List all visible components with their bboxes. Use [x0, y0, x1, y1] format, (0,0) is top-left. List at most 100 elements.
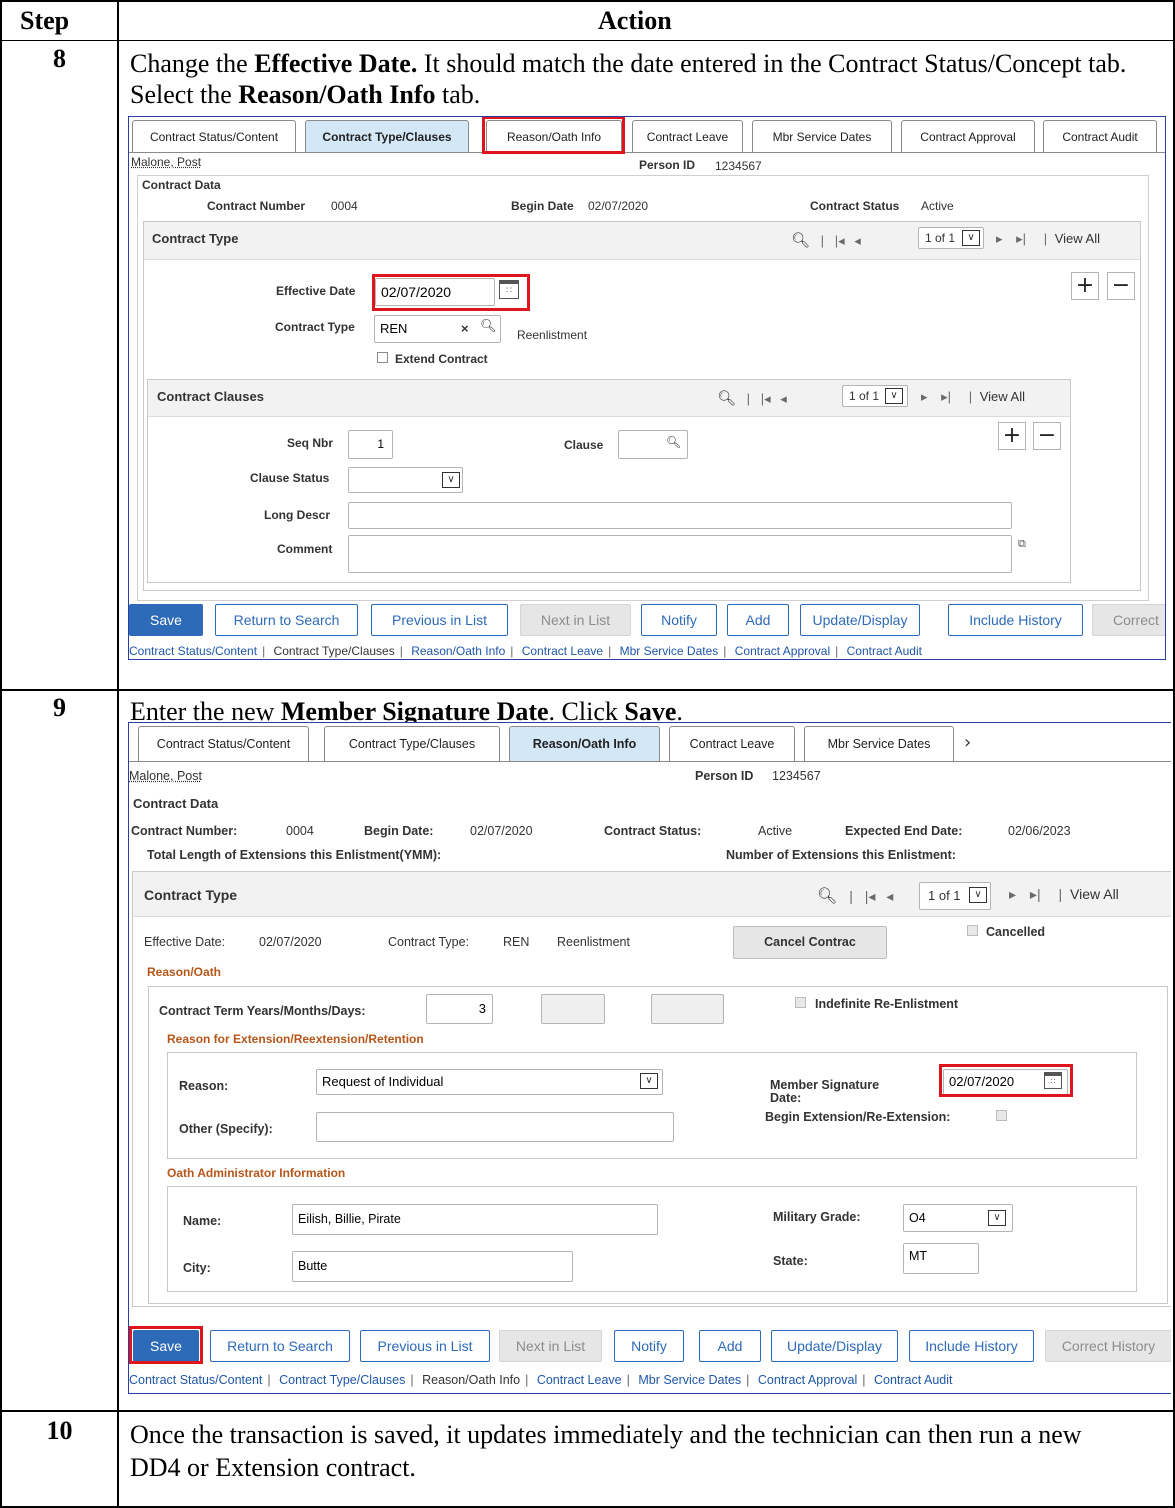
return-to-search-button[interactable]: Return to Search — [215, 604, 358, 636]
add-button[interactable]: Add — [727, 604, 789, 636]
first-page-icon[interactable]: |◂ — [865, 888, 876, 904]
term-days-field[interactable] — [651, 994, 724, 1024]
cancelled-checkbox[interactable] — [967, 925, 978, 936]
city-field[interactable]: Butte — [292, 1251, 573, 1282]
dropdown-icon[interactable]: ∨ — [988, 1210, 1006, 1226]
name-field[interactable]: Eilish, Billie, Pirate — [292, 1204, 658, 1235]
include-history-button[interactable]: Include History — [948, 604, 1083, 636]
view-all-link[interactable]: View All — [1070, 886, 1119, 902]
dropdown-icon[interactable]: ∨ — [442, 472, 460, 488]
next-page-icon[interactable]: ▸ — [1009, 886, 1016, 902]
search-icon[interactable]: 🔍︎ — [480, 318, 497, 334]
include-history-button[interactable]: Include History — [909, 1330, 1034, 1362]
step-number: 9 — [53, 693, 66, 722]
tab-contract-type[interactable]: Contract Type/Clauses — [305, 120, 469, 152]
previous-in-list-button[interactable]: Previous in List — [360, 1330, 490, 1362]
contract-status-label: Contract Status: — [604, 824, 702, 838]
next-in-list-button[interactable]: Next in List — [499, 1330, 602, 1362]
cancel-contract-button[interactable]: Cancel Contrac — [733, 926, 887, 959]
tab-contract-status[interactable]: Contract Status/Content — [132, 120, 296, 152]
other-specify-field[interactable] — [316, 1112, 674, 1142]
clear-icon[interactable]: × — [461, 321, 469, 336]
link-contract-status[interactable]: Contract Status/Content — [129, 1373, 262, 1387]
next-page-icon[interactable]: ▸ — [921, 389, 928, 404]
tab-contract-leave[interactable]: Contract Leave — [669, 726, 795, 761]
tab-mbr-service-dates[interactable]: Mbr Service Dates — [752, 120, 892, 152]
link-reason-oath[interactable]: Reason/Oath Info — [422, 1373, 520, 1387]
link-contract-approval[interactable]: Contract Approval — [758, 1373, 857, 1387]
indefinite-checkbox[interactable] — [795, 997, 806, 1008]
add-row-icon[interactable]: + — [1071, 272, 1099, 300]
chevron-right-icon[interactable]: › — [964, 732, 971, 753]
tab-contract-status[interactable]: Contract Status/Content — [138, 726, 309, 761]
next-page-icon[interactable]: ▸ — [996, 231, 1003, 246]
correct-history-button[interactable]: Correct — [1092, 604, 1165, 636]
delete-row-icon[interactable]: − — [1033, 422, 1061, 450]
dropdown-icon[interactable]: ∨ — [885, 388, 903, 404]
dropdown-icon[interactable]: ∨ — [640, 1073, 658, 1089]
term-years-field[interactable]: 3 — [426, 994, 493, 1024]
dropdown-icon[interactable]: ∨ — [962, 230, 980, 246]
tab-mbr-service-dates[interactable]: Mbr Service Dates — [804, 726, 954, 761]
dropdown-icon[interactable]: ∨ — [969, 887, 987, 903]
link-mbr-service-dates[interactable]: Mbr Service Dates — [620, 644, 719, 658]
search-icon[interactable]: 🔍︎ — [717, 390, 736, 407]
return-to-search-button[interactable]: Return to Search — [210, 1330, 350, 1362]
view-all-link[interactable]: View All — [980, 389, 1025, 404]
expand-icon[interactable]: ⧉ — [1018, 537, 1026, 551]
member-signature-label: Member Signature Date: — [770, 1078, 880, 1105]
search-icon[interactable]: 🔍︎ — [817, 888, 837, 905]
term-months-field[interactable] — [541, 994, 605, 1024]
last-page-icon[interactable]: ▸| — [1020, 886, 1051, 902]
prev-page-icon[interactable]: ◂ — [879, 888, 900, 904]
add-button[interactable]: Add — [699, 1330, 761, 1362]
other-specify-label: Other (Specify): — [179, 1122, 273, 1136]
link-contract-type[interactable]: Contract Type/Clauses — [279, 1373, 405, 1387]
link-contract-approval[interactable]: Contract Approval — [735, 644, 830, 658]
link-contract-status[interactable]: Contract Status/Content — [129, 644, 257, 658]
link-contract-leave[interactable]: Contract Leave — [537, 1373, 622, 1387]
previous-in-list-button[interactable]: Previous in List — [371, 604, 508, 636]
save-button[interactable]: Save — [129, 604, 203, 636]
begin-extension-checkbox[interactable] — [996, 1110, 1007, 1121]
link-reason-oath[interactable]: Reason/Oath Info — [411, 644, 505, 658]
seq-nbr-field[interactable]: 1 — [348, 430, 393, 459]
tab-reason-oath[interactable]: Reason/Oath Info — [509, 726, 660, 761]
reason-select[interactable]: Request of Individual — [316, 1069, 663, 1095]
table-border — [117, 0, 119, 1508]
search-icon[interactable]: 🔍︎ — [666, 435, 681, 449]
link-contract-leave[interactable]: Contract Leave — [522, 644, 603, 658]
link-contract-audit[interactable]: Contract Audit — [847, 644, 922, 658]
tab-contract-leave[interactable]: Contract Leave — [632, 120, 743, 152]
tab-contract-type[interactable]: Contract Type/Clauses — [324, 726, 500, 761]
prev-page-icon[interactable]: ◂ — [774, 391, 793, 406]
seq-nbr-label: Seq Nbr — [287, 436, 334, 450]
update-display-button[interactable]: Update/Display — [800, 604, 920, 636]
add-row-icon[interactable]: + — [998, 422, 1026, 450]
view-all-link[interactable]: View All — [1055, 231, 1100, 246]
begin-date: 02/07/2020 — [470, 824, 533, 838]
prev-page-icon[interactable]: ◂ — [848, 233, 867, 248]
highlight-effective-date — [372, 274, 530, 311]
long-descr-field[interactable] — [348, 502, 1012, 529]
state-field[interactable]: MT — [903, 1243, 979, 1274]
link-contract-type[interactable]: Contract Type/Clauses — [274, 644, 395, 658]
notify-button[interactable]: Notify — [614, 1330, 684, 1362]
tab-contract-audit[interactable]: Contract Audit — [1043, 120, 1157, 152]
contract-status-label: Contract Status — [810, 199, 900, 213]
first-page-icon[interactable]: |◂ — [761, 391, 771, 406]
first-page-icon[interactable]: |◂ — [835, 233, 845, 248]
comment-field[interactable] — [348, 535, 1012, 573]
tab-contract-approval[interactable]: Contract Approval — [901, 120, 1035, 152]
last-page-icon[interactable]: ▸| — [1006, 231, 1036, 246]
notify-button[interactable]: Notify — [641, 604, 717, 636]
next-in-list-button[interactable]: Next in List — [520, 604, 631, 636]
link-contract-audit[interactable]: Contract Audit — [874, 1373, 953, 1387]
update-display-button[interactable]: Update/Display — [771, 1330, 898, 1362]
delete-row-icon[interactable]: − — [1107, 272, 1135, 300]
extend-contract-checkbox[interactable] — [377, 352, 388, 363]
last-page-icon[interactable]: ▸| — [931, 389, 961, 404]
search-icon[interactable]: 🔍︎ — [791, 232, 810, 249]
correct-history-button[interactable]: Correct History — [1045, 1330, 1171, 1362]
link-mbr-service-dates[interactable]: Mbr Service Dates — [638, 1373, 741, 1387]
